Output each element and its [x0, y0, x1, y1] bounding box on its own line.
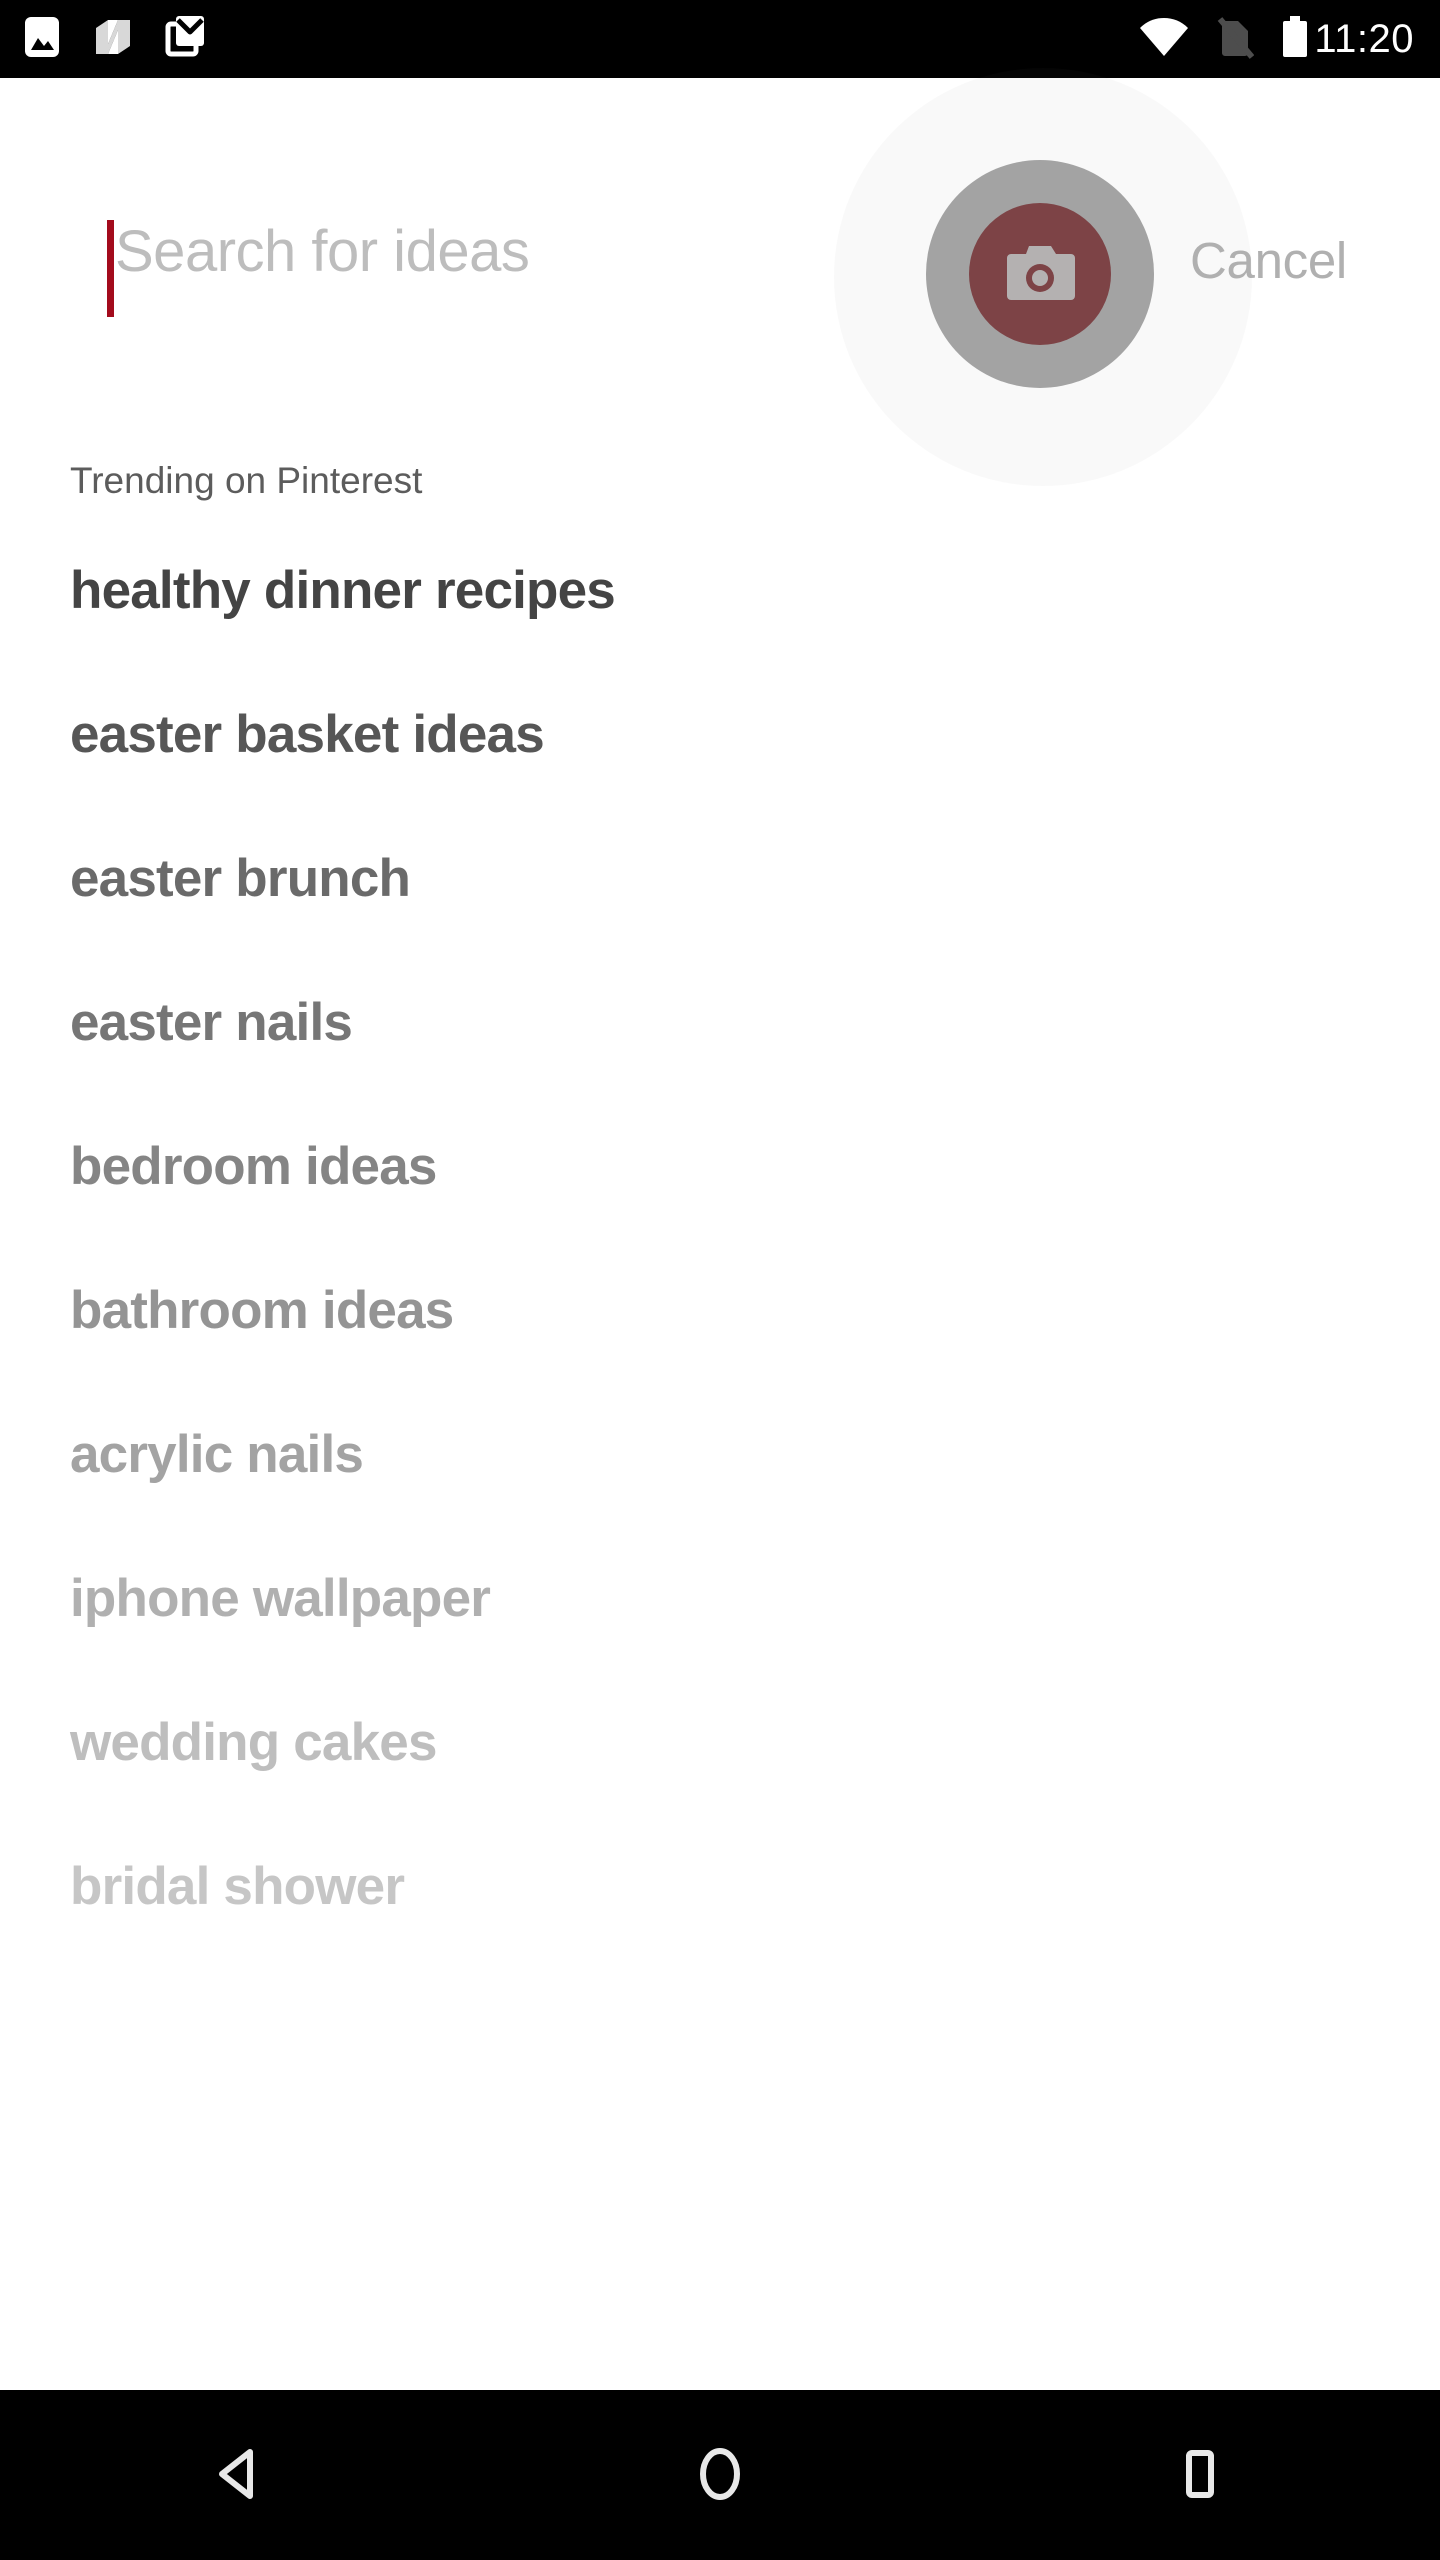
- gmail-icon: [164, 14, 208, 65]
- android-navigation-bar: [0, 2390, 1440, 2560]
- status-bar-clock: 11:20: [1314, 17, 1414, 61]
- recents-square-icon: [1168, 2442, 1232, 2509]
- trending-item[interactable]: bedroom ideas: [0, 1094, 1440, 1238]
- trending-item[interactable]: bathroom ideas: [0, 1238, 1440, 1382]
- trending-item[interactable]: acrylic nails: [0, 1382, 1440, 1526]
- trending-item-label: acrylic nails: [70, 1424, 364, 1484]
- trending-item-label: bridal shower: [70, 1856, 405, 1916]
- trending-item[interactable]: easter basket ideas: [0, 662, 1440, 806]
- cancel-button[interactable]: Cancel: [1190, 235, 1347, 286]
- trending-item-label: easter nails: [70, 992, 353, 1052]
- camera-button-inner-circle: [969, 203, 1111, 345]
- trending-item[interactable]: iphone wallpaper: [0, 1526, 1440, 1670]
- trending-item-label: wedding cakes: [70, 1712, 437, 1772]
- status-bar: 11:20: [0, 0, 1440, 78]
- back-triangle-icon: [208, 2442, 272, 2509]
- trending-item[interactable]: easter nails: [0, 950, 1440, 1094]
- home-button[interactable]: [570, 2390, 870, 2560]
- trending-item[interactable]: healthy dinner recipes: [0, 518, 1440, 662]
- trending-item[interactable]: bridal shower: [0, 1814, 1440, 1958]
- screenshot-icon: [22, 16, 62, 63]
- status-bar-system-icons: [1138, 15, 1310, 64]
- trending-item-label: easter brunch: [70, 848, 411, 908]
- camera-icon: [1003, 242, 1077, 307]
- trending-item-label: bedroom ideas: [70, 1136, 437, 1196]
- trending-item-label: bathroom ideas: [70, 1280, 454, 1340]
- trending-heading: Trending on Pinterest: [70, 460, 423, 501]
- trending-item-label: iphone wallpaper: [70, 1568, 491, 1628]
- trending-item-label: healthy dinner recipes: [70, 560, 616, 620]
- status-bar-notification-icons: [22, 14, 208, 65]
- no-sim-icon: [1216, 15, 1255, 64]
- battery-icon: [1280, 15, 1310, 64]
- wifi-icon: [1138, 16, 1190, 63]
- phone-screen: 11:20 Cancel Trending on Pinterest: [0, 0, 1440, 2560]
- search-header: Cancel: [0, 68, 1440, 486]
- trending-item-label: easter basket ideas: [70, 704, 545, 764]
- camera-search-button[interactable]: [926, 160, 1154, 388]
- trending-item[interactable]: easter brunch: [0, 806, 1440, 950]
- back-button[interactable]: [90, 2390, 390, 2560]
- recents-button[interactable]: [1050, 2390, 1350, 2560]
- search-input[interactable]: [115, 218, 915, 285]
- home-circle-icon: [688, 2442, 752, 2509]
- trending-item[interactable]: wedding cakes: [0, 1670, 1440, 1814]
- trending-list: healthy dinner recipes easter basket idea…: [0, 518, 1440, 1958]
- text-cursor: [107, 220, 114, 317]
- nova-launcher-icon: [92, 16, 134, 63]
